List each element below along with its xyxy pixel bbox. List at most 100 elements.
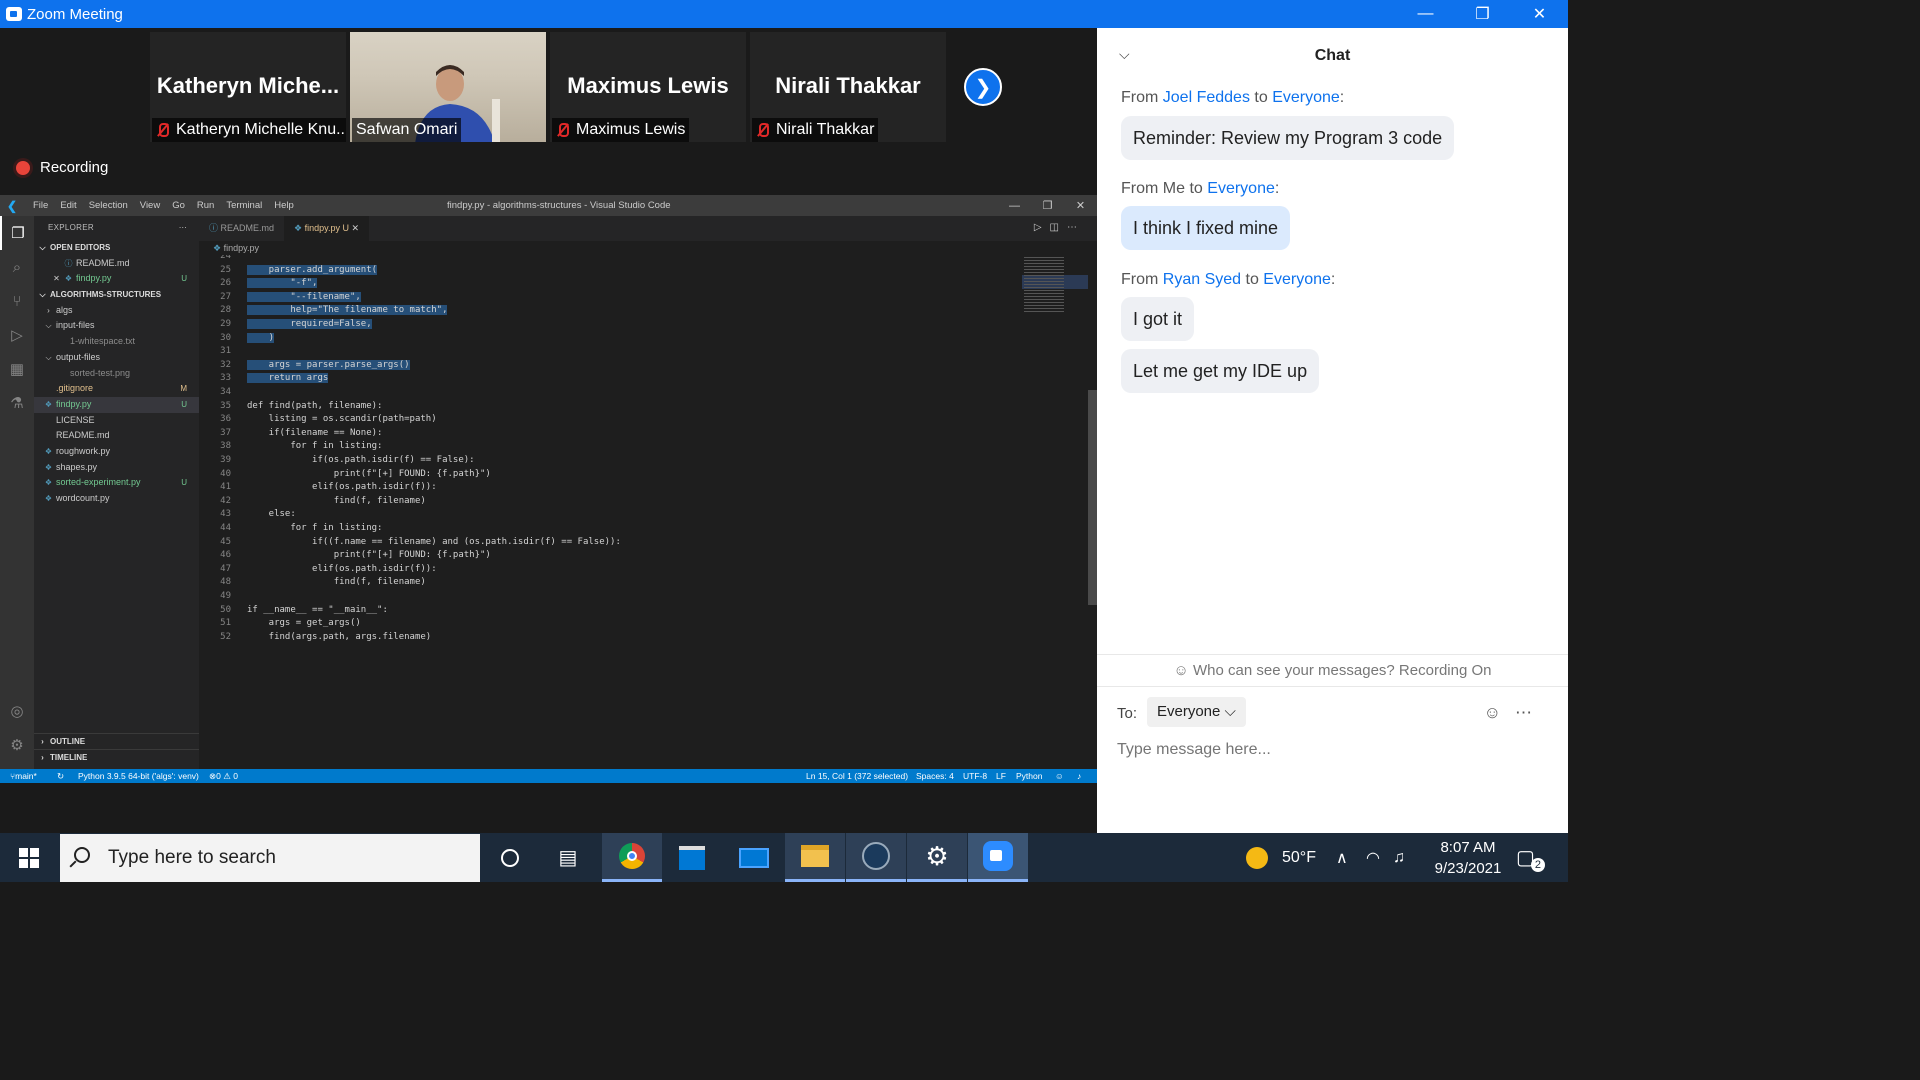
recipient-name[interactable]: Everyone (1272, 89, 1340, 106)
code-line[interactable]: print(f"[+] FOUND: {f.path}") (247, 550, 491, 560)
system-clock[interactable]: 8:07 AM 9/23/2021 (1420, 837, 1516, 879)
participant-tile[interactable]: Katheryn Miche... Katheryn Michelle Knu.… (150, 32, 346, 142)
code-line[interactable]: if((f.name == filename) and (os.path.isd… (247, 537, 621, 547)
chat-message[interactable]: Let me get my IDE up (1121, 349, 1320, 393)
file-explorer-icon[interactable] (785, 833, 845, 882)
menu-item-file[interactable]: File (33, 200, 48, 211)
vscode-minimize-button[interactable]: — (998, 195, 1031, 216)
steam-icon[interactable] (846, 833, 906, 882)
code-line[interactable]: listing = os.scandir(path=path) (247, 414, 437, 424)
git-branch[interactable]: ⑂ main* (10, 769, 37, 783)
project-section[interactable]: ⌵ ALGORITHMS-STRUCTURES (34, 287, 199, 303)
chrome-icon[interactable] (602, 833, 662, 882)
menu-item-selection[interactable]: Selection (89, 200, 128, 211)
tab-findpy[interactable]: ❖ findpy.py U ✕ (284, 216, 370, 241)
problems-indicator[interactable]: ⊗ 0 ⚠ 0 (209, 769, 238, 783)
sender-name[interactable]: Joel Feddes (1163, 89, 1250, 106)
open-editor-item[interactable]: ✕ ❖ findpy.py U (34, 271, 199, 287)
minimap[interactable] (1020, 255, 1088, 769)
cursor-position[interactable]: Ln 15, Col 1 (372 selected) (806, 769, 908, 783)
encoding[interactable]: UTF-8 (963, 769, 987, 783)
code-line[interactable]: "--filename", (247, 291, 361, 302)
recipient-dropdown[interactable]: Everyone ⌵ (1147, 697, 1246, 727)
folder-item[interactable]: ⌵ input-files (34, 318, 199, 334)
testing-icon[interactable]: ⚗ (0, 386, 34, 420)
weather-widget[interactable]: 50°F (1246, 833, 1316, 882)
restore-button[interactable]: ❐ (1454, 0, 1511, 28)
participant-video-tile[interactable]: Safwan Omari (350, 32, 546, 142)
folder-item[interactable]: › algs (34, 303, 199, 319)
more-actions-icon[interactable]: ⋯ (179, 216, 187, 240)
explorer-icon[interactable]: ❐ (0, 216, 34, 250)
mail-icon[interactable] (724, 833, 784, 882)
extensions-icon[interactable]: ▦ (0, 352, 34, 386)
open-editors-section[interactable]: ⌵ OPEN EDITORS (34, 240, 199, 256)
chat-message[interactable]: I got it (1121, 297, 1195, 341)
message-visibility-notice[interactable]: ☺ Who can see your messages? Recording O… (1097, 654, 1568, 686)
code-line[interactable]: if(os.path.isdir(f) == False): (247, 455, 475, 465)
show-hidden-icons-chevron-icon[interactable]: ∧ (1336, 833, 1348, 882)
code-line[interactable]: find(args.path, args.filename) (247, 632, 432, 642)
sync-icon[interactable]: ↻ (57, 769, 64, 783)
close-button[interactable]: ✕ (1511, 0, 1568, 28)
settings-gear-icon[interactable]: ⚙ (0, 728, 34, 762)
run-icon[interactable]: ▷ (1034, 222, 1050, 233)
code-line[interactable]: if __name__ == "__main__": (247, 605, 388, 615)
code-line[interactable]: for f in listing: (247, 523, 382, 533)
timeline-section[interactable]: › TIMELINE (34, 749, 199, 765)
file-item[interactable]: README.md (34, 428, 199, 444)
close-icon[interactable]: ✕ (52, 271, 61, 287)
cortana-icon[interactable] (480, 833, 540, 882)
wifi-icon[interactable]: ◠ (1366, 833, 1380, 882)
file-item[interactable]: ❖ roughwork.py (34, 444, 199, 460)
split-editor-icon[interactable]: ◫ (1050, 222, 1067, 233)
minimize-button[interactable]: — (1397, 0, 1454, 28)
file-item[interactable]: sorted-test.png (34, 366, 199, 382)
more-icon[interactable]: ⋯ (1515, 703, 1546, 722)
file-item[interactable]: ❖ findpy.py U (34, 396, 199, 413)
participant-tile[interactable]: Maximus Lewis Maximus Lewis (550, 32, 746, 142)
scrollbar-thumb[interactable] (1088, 390, 1097, 605)
participant-tile[interactable]: Nirali Thakkar Nirali Thakkar (750, 32, 946, 142)
python-interpreter[interactable]: Python 3.9.5 64-bit ('algs': venv) (78, 769, 199, 783)
code-line[interactable]: if(filename == None): (247, 428, 383, 438)
tab-readme[interactable]: ⓘ README.md (199, 216, 284, 241)
settings-gear-icon[interactable]: ⚙ (907, 833, 967, 882)
menu-item-run[interactable]: Run (197, 200, 214, 211)
vscode-restore-button[interactable]: ❐ (1031, 195, 1064, 216)
code-line[interactable]: "-f", (247, 278, 318, 289)
file-item[interactable]: .gitignore M (34, 381, 199, 397)
account-icon[interactable]: ◎ (0, 694, 34, 728)
task-view-icon[interactable]: ▤ (538, 833, 598, 882)
more-icon[interactable]: ⋯ (1067, 222, 1085, 233)
code-line[interactable]: ) (247, 332, 275, 343)
menu-item-help[interactable]: Help (274, 200, 294, 211)
menu-item-terminal[interactable]: Terminal (226, 200, 262, 211)
recipient-name[interactable]: Everyone (1263, 271, 1331, 288)
file-item[interactable]: ❖ wordcount.py (34, 491, 199, 507)
code-line[interactable]: args = get_args() (247, 618, 361, 628)
code-line[interactable]: args = parser.parse_args() (247, 359, 410, 370)
next-page-arrow-icon[interactable]: ❯ (964, 68, 1002, 106)
notifications-bell-icon[interactable]: ♪ (1077, 769, 1081, 783)
file-item[interactable]: 1-whitespace.txt (34, 334, 199, 350)
menu-item-go[interactable]: Go (172, 200, 185, 211)
source-control-icon[interactable]: ⑂ (0, 284, 34, 318)
start-button[interactable] (0, 833, 58, 882)
code-line[interactable]: required=False, (247, 319, 372, 329)
file-item[interactable]: ❖ shapes.py (34, 460, 199, 476)
code-line[interactable]: else: (247, 509, 296, 519)
indentation[interactable]: Spaces: 4 (916, 769, 954, 783)
code-line[interactable]: elif(os.path.isdir(f)): (247, 482, 437, 492)
code-line[interactable]: help="The filename to match", (247, 305, 448, 316)
emoji-icon[interactable]: ☺ (1484, 703, 1515, 722)
code-line[interactable]: print(f"[+] FOUND: {f.path}") (247, 469, 491, 479)
line-ending[interactable]: LF (996, 769, 1006, 783)
vscode-close-button[interactable]: ✕ (1064, 195, 1097, 216)
sender-name[interactable]: Ryan Syed (1163, 271, 1241, 288)
file-item[interactable]: ❖ sorted-experiment.py U (34, 475, 199, 491)
code-line[interactable]: for f in listing: (247, 441, 382, 451)
feedback-icon[interactable]: ☺ (1055, 769, 1064, 783)
code-line[interactable]: return args (247, 373, 329, 384)
menu-item-view[interactable]: View (140, 200, 160, 211)
